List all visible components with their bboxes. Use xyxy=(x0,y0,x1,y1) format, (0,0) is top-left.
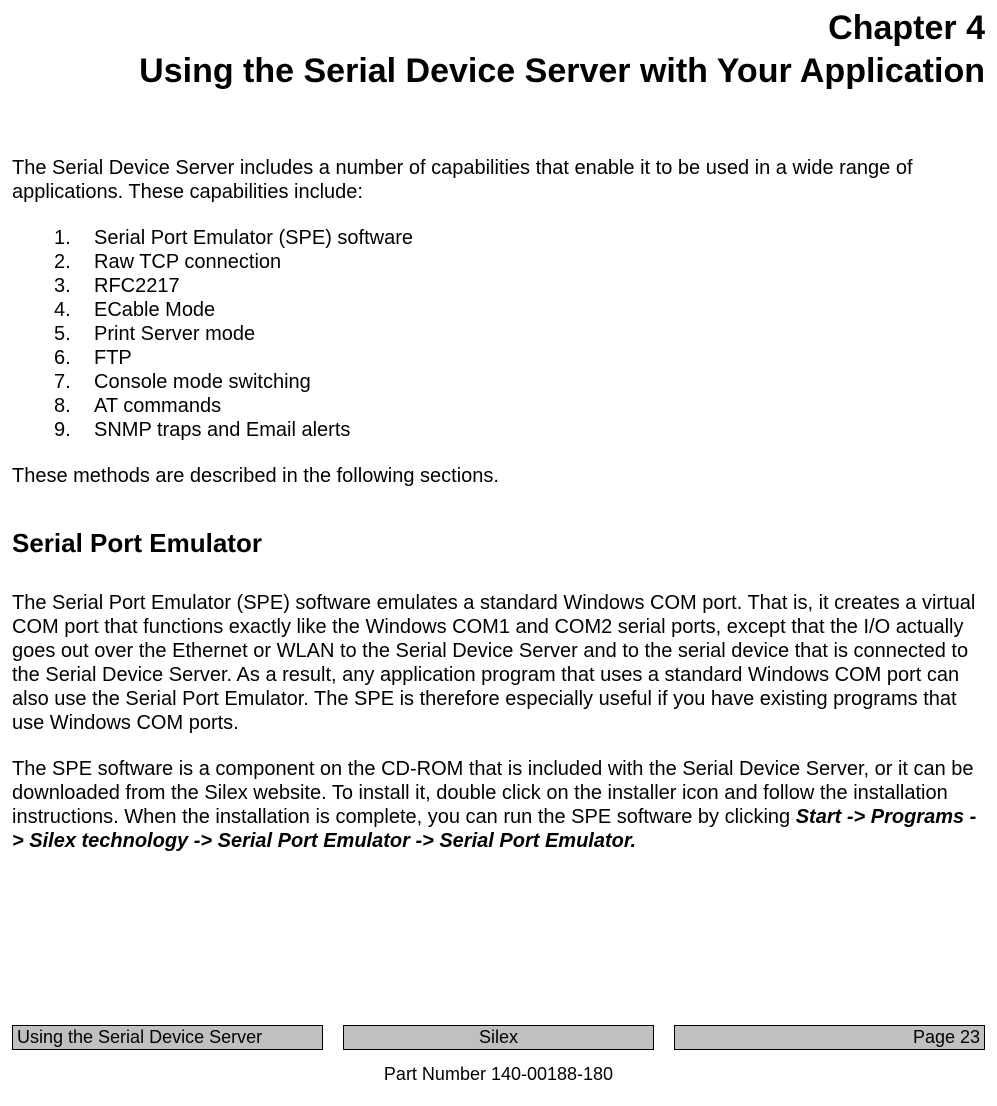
footer-right: Page 23 xyxy=(674,1025,985,1051)
list-text: RFC2217 xyxy=(94,274,180,298)
list-text: Serial Port Emulator (SPE) software xyxy=(94,226,413,250)
intro-paragraph: The Serial Device Server includes a numb… xyxy=(12,156,985,204)
capabilities-list: 1.Serial Port Emulator (SPE) software 2.… xyxy=(54,226,985,442)
list-text: Print Server mode xyxy=(94,322,255,346)
part-number: Part Number 140-00188-180 xyxy=(12,1064,985,1086)
list-number: 8. xyxy=(54,394,94,418)
list-number: 6. xyxy=(54,346,94,370)
footer-left: Using the Serial Device Server xyxy=(12,1025,323,1051)
list-number: 3. xyxy=(54,274,94,298)
list-number: 5. xyxy=(54,322,94,346)
list-item: 5.Print Server mode xyxy=(54,322,985,346)
list-text: AT commands xyxy=(94,394,221,418)
list-text: FTP xyxy=(94,346,132,370)
list-number: 9. xyxy=(54,418,94,442)
list-item: 9.SNMP traps and Email alerts xyxy=(54,418,985,442)
list-text: Raw TCP connection xyxy=(94,250,281,274)
list-item: 6.FTP xyxy=(54,346,985,370)
chapter-label: Chapter 4 xyxy=(12,8,985,49)
body-paragraph-1: The Serial Port Emulator (SPE) software … xyxy=(12,591,985,735)
list-item: 3.RFC2217 xyxy=(54,274,985,298)
list-text: SNMP traps and Email alerts xyxy=(94,418,350,442)
list-text: Console mode switching xyxy=(94,370,311,394)
list-item: 7.Console mode switching xyxy=(54,370,985,394)
list-item: 4.ECable Mode xyxy=(54,298,985,322)
body-paragraph-2: The SPE software is a component on the C… xyxy=(12,757,985,853)
list-item: 1.Serial Port Emulator (SPE) software xyxy=(54,226,985,250)
page-footer: Using the Serial Device Server Silex Pag… xyxy=(12,1025,985,1086)
section-heading: Serial Port Emulator xyxy=(12,528,985,559)
footer-row: Using the Serial Device Server Silex Pag… xyxy=(12,1025,985,1051)
list-number: 2. xyxy=(54,250,94,274)
list-number: 7. xyxy=(54,370,94,394)
list-item: 2.Raw TCP connection xyxy=(54,250,985,274)
chapter-title: Using the Serial Device Server with Your… xyxy=(12,51,985,92)
footer-center: Silex xyxy=(343,1025,654,1051)
methods-paragraph: These methods are described in the follo… xyxy=(12,464,985,488)
list-number: 4. xyxy=(54,298,94,322)
list-text: ECable Mode xyxy=(94,298,215,322)
list-item: 8.AT commands xyxy=(54,394,985,418)
list-number: 1. xyxy=(54,226,94,250)
